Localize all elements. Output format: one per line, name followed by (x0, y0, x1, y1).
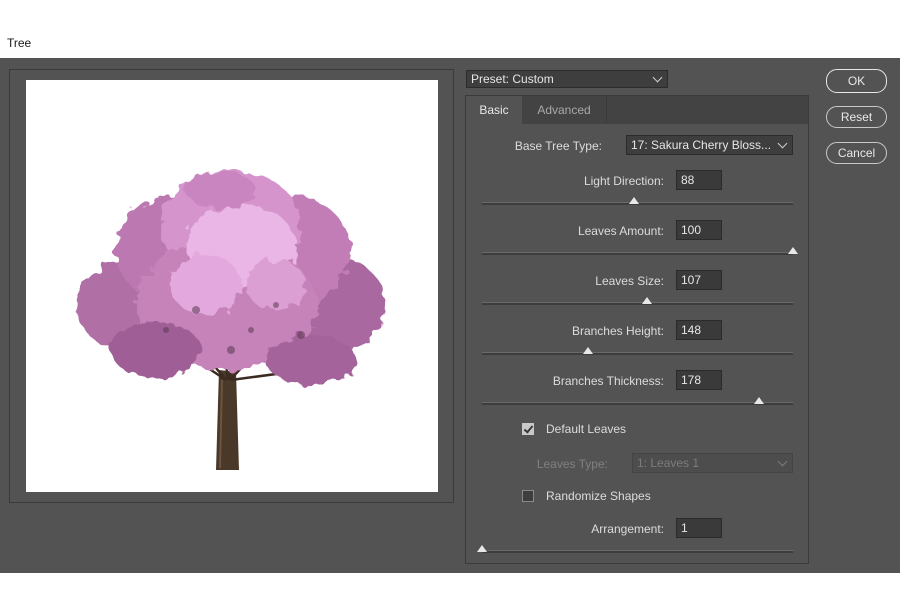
title-bar: Tree (0, 0, 900, 58)
leaves-amount-input[interactable]: 100 (676, 220, 722, 240)
tree-dialog: Preset: Custom Basic Advanced Base Tree … (0, 58, 900, 573)
cancel-button[interactable]: Cancel (826, 142, 887, 164)
arrangement-slider-thumb[interactable] (477, 545, 487, 552)
settings-panel: Basic Advanced Base Tree Type: 17: Sakur… (465, 95, 809, 564)
branches-thickness-label: Branches Thickness: (552, 374, 664, 388)
leaves-type-label: Leaves Type: (536, 457, 608, 471)
ok-button[interactable]: OK (826, 69, 887, 93)
light-direction-slider[interactable] (482, 197, 793, 205)
leaves-type-value: 1: Leaves 1 (637, 456, 700, 470)
randomize-shapes-checkbox[interactable] (522, 490, 534, 502)
default-leaves-label: Default Leaves (546, 422, 627, 436)
base-tree-type-dropdown[interactable]: 17: Sakura Cherry Bloss... (626, 135, 793, 155)
preview-canvas (26, 80, 438, 492)
branches-thickness-input[interactable]: 178 (676, 370, 722, 390)
window-title: Tree (7, 36, 32, 50)
chevron-down-icon (652, 72, 663, 83)
chevron-down-icon (777, 456, 788, 467)
leaves-size-slider[interactable] (482, 297, 793, 305)
branches-height-slider-thumb[interactable] (582, 347, 593, 354)
leaves-amount-slider-thumb[interactable] (788, 247, 798, 254)
branches-height-input[interactable]: 148 (676, 320, 722, 340)
preset-dropdown[interactable]: Preset: Custom (466, 70, 668, 88)
branches-thickness-slider[interactable] (482, 397, 793, 405)
branches-height-slider[interactable] (482, 347, 793, 355)
leaves-size-input[interactable]: 107 (676, 270, 722, 290)
arrangement-input[interactable]: 1 (676, 518, 722, 538)
preview-frame (9, 69, 454, 503)
light-direction-input[interactable]: 88 (676, 170, 722, 190)
leaves-size-slider-thumb[interactable] (641, 297, 652, 304)
preset-label: Preset: Custom (471, 72, 554, 86)
leaves-amount-label: Leaves Amount: (577, 224, 664, 238)
leaves-type-dropdown[interactable]: 1: Leaves 1 (632, 453, 793, 473)
light-direction-label: Light Direction: (583, 174, 664, 188)
chevron-down-icon (777, 138, 788, 149)
tree-preview-image (76, 170, 386, 470)
tab-advanced[interactable]: Advanced (522, 96, 607, 124)
base-tree-type-value: 17: Sakura Cherry Bloss... (631, 138, 772, 152)
leaves-size-label: Leaves Size: (595, 274, 664, 288)
randomize-shapes-label: Randomize Shapes (546, 489, 651, 503)
light-direction-slider-thumb[interactable] (629, 197, 640, 204)
arrangement-slider[interactable] (477, 545, 793, 553)
tab-basic[interactable]: Basic (466, 96, 522, 124)
tab-bar: Basic Advanced (466, 96, 808, 124)
branches-height-label: Branches Height: (571, 324, 664, 338)
default-leaves-checkbox[interactable] (522, 423, 534, 435)
branches-thickness-slider-thumb[interactable] (753, 397, 764, 404)
base-tree-type-label: Base Tree Type: (514, 139, 602, 153)
arrangement-label: Arrangement: (591, 522, 664, 536)
reset-button[interactable]: Reset (826, 106, 887, 128)
leaves-amount-slider[interactable] (482, 247, 798, 255)
